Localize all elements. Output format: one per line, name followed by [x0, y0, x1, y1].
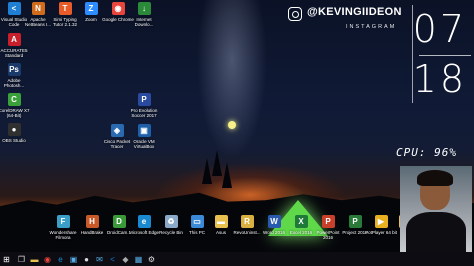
- folder-icon: ▬: [214, 215, 228, 228]
- zoom-icon: Z: [84, 2, 98, 15]
- desktop-shortcut-label: OBS Studio: [2, 138, 26, 143]
- settings-icon-glyph: ⚙: [147, 254, 156, 264]
- typing-tutor-icon: T: [58, 2, 72, 15]
- packet-tracer-icon: ◈: [110, 124, 124, 137]
- powerpoint-icon: P: [321, 215, 335, 228]
- excel-icon: X: [294, 215, 308, 228]
- obs-icon[interactable]: ●: [80, 252, 93, 266]
- clock-divider: [419, 55, 471, 56]
- chrome-icon: ◉: [111, 2, 125, 15]
- instagram-label: INSTAGRAM: [346, 24, 397, 30]
- project-icon: P: [348, 215, 362, 228]
- desktop-shortcut-label: Pro Evolution Soccer 2017: [130, 108, 158, 118]
- desktop-shortcut[interactable]: ● OBS Studio: [0, 123, 31, 143]
- tree-silhouette: [212, 150, 222, 176]
- this-pc-icon: ▭: [190, 215, 204, 228]
- instagram-icon: [288, 7, 302, 21]
- person-body: [406, 212, 466, 252]
- desktop-shortcut-label: Internet Downlo...: [134, 17, 154, 27]
- edge-icon-glyph: e: [58, 254, 63, 264]
- cpu-usage-overlay: CPU: 96%: [396, 146, 457, 159]
- clock-minute: 18: [412, 57, 467, 101]
- explorer-icon[interactable]: ▬: [28, 252, 41, 266]
- desktop-shortcut[interactable]: ↓ Internet Downlo...: [127, 2, 161, 27]
- vscode-icon-glyph: <: [110, 254, 115, 264]
- store-icon-glyph: ▣: [69, 254, 78, 264]
- desktop-shortcut[interactable]: ▣ Oracle VM VirtualBox: [127, 124, 161, 149]
- coreldraw-icon: C: [7, 93, 21, 106]
- explorer-icon-glyph: ▬: [30, 254, 39, 264]
- clock-widget: 07 18: [412, 5, 471, 103]
- desktop-shortcut[interactable]: C CorelDRAW X7 (64-Bit): [0, 93, 31, 118]
- store-icon[interactable]: ▣: [67, 252, 80, 266]
- photoshop-icon: Ps: [7, 63, 21, 76]
- word-icon: W: [267, 215, 281, 228]
- filmora-icon: F: [56, 215, 70, 228]
- desktop-shortcut-label: Oracle VM VirtualBox: [133, 139, 155, 149]
- photos-icon-glyph: ▦: [134, 254, 143, 264]
- chrome-icon[interactable]: ◉: [41, 252, 54, 266]
- chrome-icon-glyph: ◉: [44, 254, 51, 264]
- netbeans-icon: N: [31, 2, 45, 15]
- desktop-shortcut[interactable]: P Pro Evolution Soccer 2017: [127, 93, 161, 118]
- edge-icon: e: [137, 215, 151, 228]
- instagram-handle: @KEVINGIIDEON: [307, 6, 402, 18]
- desktop-shortcut[interactable]: Ps Adobe Photosh...: [0, 63, 31, 88]
- revo-uninstaller-icon: R: [240, 215, 254, 228]
- task-view-icon[interactable]: ❐: [15, 252, 28, 266]
- vscode-icon: <: [7, 2, 21, 15]
- app-icon-glyph: ◆: [122, 254, 129, 264]
- windows-start-icon-glyph: ⊞: [3, 254, 10, 264]
- task-view-icon-glyph: ❐: [17, 254, 26, 264]
- person-hair: [417, 170, 453, 186]
- mail-icon-glyph: ✉: [96, 254, 103, 264]
- accurate-icon: A: [7, 33, 21, 46]
- pes-icon: P: [137, 93, 151, 106]
- desktop-shortcut-label: CorelDRAW X7 (64-Bit): [0, 108, 30, 118]
- edge-icon[interactable]: e: [54, 252, 67, 266]
- potplayer-icon: ▶: [374, 215, 388, 228]
- taskbar: ⊞ ❐ ▬ ◉ e ▣ ● ✉ < ◆ ▦ ⚙: [0, 252, 474, 266]
- virtualbox-icon: ▣: [137, 124, 151, 137]
- settings-icon[interactable]: ⚙: [145, 252, 158, 266]
- obs-icon: ●: [7, 123, 21, 136]
- desktop: < Visual Studio Code N Apache NetBeans I...…: [0, 0, 474, 252]
- internet-download-manager-icon: ↓: [137, 2, 151, 15]
- photos-icon[interactable]: ▦: [132, 252, 145, 266]
- desktop-shortcut[interactable]: A ACCURATE5 Standard: [0, 33, 31, 58]
- recycle-bin-icon: ♻: [164, 215, 178, 228]
- desktop-shortcut-label: ACCURATE5 Standard: [0, 48, 28, 58]
- clock-hour: 07: [412, 7, 467, 51]
- windows-start-icon[interactable]: ⊞: [0, 252, 13, 266]
- webcam-overlay: [400, 166, 472, 252]
- handbrake-icon: H: [85, 215, 99, 228]
- instagram-watermark: @KEVINGIIDEON INSTAGRAM: [288, 6, 408, 37]
- vscode-icon[interactable]: <: [106, 252, 119, 266]
- tree-silhouette: [202, 158, 212, 184]
- mouse-cursor-highlight: [228, 121, 236, 129]
- desktop-shortcut-label: Adobe Photosh...: [3, 78, 25, 88]
- droidcam-icon: D: [112, 215, 126, 228]
- mail-icon[interactable]: ✉: [93, 252, 106, 266]
- obs-icon-glyph: ●: [84, 254, 89, 264]
- app-icon[interactable]: ◆: [119, 252, 132, 266]
- tree-silhouette: [222, 162, 232, 188]
